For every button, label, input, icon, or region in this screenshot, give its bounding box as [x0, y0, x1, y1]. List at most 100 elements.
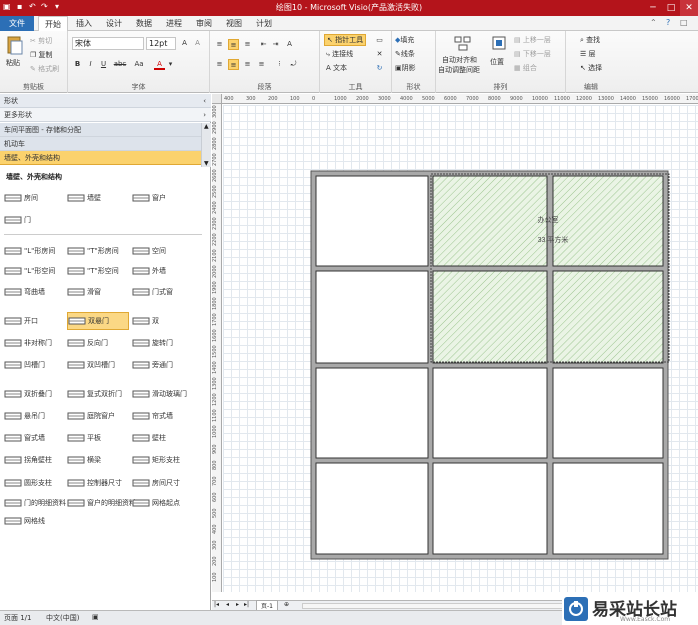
- scroll-up-icon[interactable]: ▲: [204, 123, 209, 130]
- tab-view[interactable]: 视图: [220, 16, 248, 31]
- increase-indent-icon[interactable]: ⇥: [270, 39, 281, 50]
- stencil-shape[interactable]: 圆形支柱: [4, 474, 52, 492]
- stencil-shape[interactable]: 旁通门: [132, 356, 173, 374]
- select-button[interactable]: ↖ 选择: [580, 63, 602, 73]
- stencil-shape[interactable]: 控制器尺寸: [67, 474, 122, 492]
- font-family-select[interactable]: 宋体: [72, 37, 144, 50]
- office-space[interactable]: [552, 175, 664, 267]
- stencil-shape[interactable]: 壁柱: [132, 429, 166, 447]
- collapse-pane-icon[interactable]: ‹: [203, 94, 206, 108]
- minimize-button[interactable]: ─: [644, 0, 662, 16]
- stencil-shape[interactable]: 横梁: [67, 451, 101, 469]
- tab-data[interactable]: 数据: [130, 16, 158, 31]
- copy-button[interactable]: ❐ 复制: [30, 50, 53, 60]
- stencil-shape[interactable]: 弯曲墙: [4, 283, 45, 301]
- stencil-shape[interactable]: 反向门: [67, 334, 108, 352]
- stencil-shape[interactable]: 非对称门: [4, 334, 52, 352]
- room[interactable]: [552, 462, 664, 555]
- font-color-dropdown-icon[interactable]: ▾: [165, 59, 176, 70]
- bring-forward-button[interactable]: ▤ 上移一层: [514, 35, 551, 45]
- stencil-shape[interactable]: 双折叠门: [4, 385, 52, 403]
- office-space[interactable]: [432, 270, 548, 364]
- tab-insert[interactable]: 插入: [70, 16, 98, 31]
- insert-page-icon[interactable]: ⊕: [284, 601, 289, 608]
- stencil-shape[interactable]: "L"形空间: [4, 262, 55, 280]
- shrink-font-icon[interactable]: A: [192, 38, 203, 49]
- text-tool-button[interactable]: A 文本: [326, 63, 347, 73]
- stencil-shape[interactable]: "L"形房间: [4, 242, 55, 260]
- font-color-button[interactable]: A: [154, 59, 165, 70]
- stencil-shape[interactable]: "T"形空间: [67, 262, 119, 280]
- rectangle-tool-icon[interactable]: ▭: [374, 35, 385, 46]
- stencil-shape[interactable]: 墙壁: [67, 189, 101, 207]
- font-size-select[interactable]: 12pt: [146, 37, 176, 50]
- room[interactable]: [552, 367, 664, 459]
- stencil-shape[interactable]: 房间尺寸: [132, 474, 180, 492]
- grow-font-icon[interactable]: A: [179, 38, 190, 49]
- align-left-icon[interactable]: ≡: [214, 59, 225, 70]
- status-page-number[interactable]: 页面 1/1: [4, 613, 32, 623]
- connector-button[interactable]: ⤷ 连接线: [326, 49, 353, 59]
- stencil-scrollbar[interactable]: ▲ ▼: [201, 123, 211, 167]
- decrease-indent-icon[interactable]: ⇤: [258, 39, 269, 50]
- tab-file[interactable]: 文件: [0, 16, 34, 31]
- stencil-shape[interactable]: 凹槽门: [4, 356, 45, 374]
- prev-page-icon[interactable]: ◂: [226, 601, 229, 608]
- stencil-shape[interactable]: 门式窗: [132, 283, 173, 301]
- macro-record-icon[interactable]: ▣: [92, 613, 99, 621]
- stencil-shape[interactable]: 庭院窗户: [67, 407, 115, 425]
- room[interactable]: [315, 175, 429, 267]
- close-button[interactable]: ✕: [680, 0, 698, 16]
- stencil-shape[interactable]: 房间: [4, 189, 38, 207]
- rotate-text-icon[interactable]: ⤾: [288, 59, 299, 70]
- align-bottom-icon[interactable]: ≡: [242, 39, 253, 50]
- shadow-button[interactable]: ▣阴影: [395, 63, 416, 73]
- underline-button[interactable]: U: [98, 59, 109, 70]
- align-middle-icon[interactable]: ≡: [228, 39, 239, 50]
- fill-button[interactable]: ◆填充: [395, 35, 414, 45]
- stencil-shape[interactable]: 复式双折门: [67, 385, 122, 403]
- align-right-icon[interactable]: ≡: [242, 59, 253, 70]
- room[interactable]: [315, 367, 429, 459]
- tab-home[interactable]: 开始: [38, 16, 68, 32]
- tab-design[interactable]: 设计: [100, 16, 128, 31]
- find-button[interactable]: ⌕ 查找: [580, 35, 600, 45]
- stencil-shape[interactable]: 帘式墙: [132, 407, 173, 425]
- next-page-icon[interactable]: ▸: [236, 601, 239, 608]
- stencil-shape[interactable]: 网格起点: [132, 494, 180, 512]
- stencil-shape[interactable]: 窗户: [132, 189, 166, 207]
- floor-plan[interactable]: 办公室 33 平方米: [212, 94, 698, 600]
- stencil-shape[interactable]: "T"形房间: [67, 242, 119, 260]
- send-backward-button[interactable]: ▤ 下移一层: [514, 49, 551, 59]
- format-painter-button[interactable]: ✎ 格式刷: [30, 64, 59, 74]
- stencil-shape[interactable]: 双: [132, 312, 159, 330]
- align-center-icon[interactable]: ≡: [228, 59, 239, 70]
- text-direction-icon[interactable]: A: [284, 39, 295, 50]
- connection-point-icon[interactable]: ↻: [374, 63, 385, 74]
- first-page-icon[interactable]: |◂: [214, 601, 219, 608]
- office-space[interactable]: [552, 270, 664, 364]
- position-button[interactable]: 位置: [488, 33, 510, 77]
- ribbon-minimize-icon[interactable]: ⌃: [650, 18, 657, 27]
- status-language[interactable]: 中文(中国): [46, 613, 79, 623]
- stencil-shape[interactable]: 滑窗: [67, 283, 101, 301]
- stencil-shape[interactable]: 滑动玻璃门: [132, 385, 187, 403]
- maximize-button[interactable]: □: [662, 0, 680, 16]
- office-space[interactable]: [432, 175, 548, 267]
- room[interactable]: [432, 367, 548, 459]
- layers-button[interactable]: ☰ 层: [580, 49, 596, 59]
- line-button[interactable]: ✎线条: [395, 49, 415, 59]
- stencil-shape[interactable]: 开口: [4, 312, 38, 330]
- tab-review[interactable]: 审阅: [190, 16, 218, 31]
- stencil-shape[interactable]: 外墙: [132, 262, 166, 280]
- scroll-down-icon[interactable]: ▼: [204, 160, 209, 167]
- stencil-shape[interactable]: 平板: [67, 429, 101, 447]
- help-icon[interactable]: ?: [666, 18, 670, 27]
- bold-button[interactable]: B: [72, 59, 83, 70]
- last-page-icon[interactable]: ▸|: [244, 601, 249, 608]
- auto-align-button[interactable]: 自动对齐和 自动调整间距: [438, 33, 488, 77]
- tab-process[interactable]: 进程: [160, 16, 188, 31]
- room[interactable]: [315, 270, 429, 364]
- strikethrough-button[interactable]: abc: [112, 59, 128, 70]
- stencil-shape[interactable]: 双凹槽门: [67, 356, 115, 374]
